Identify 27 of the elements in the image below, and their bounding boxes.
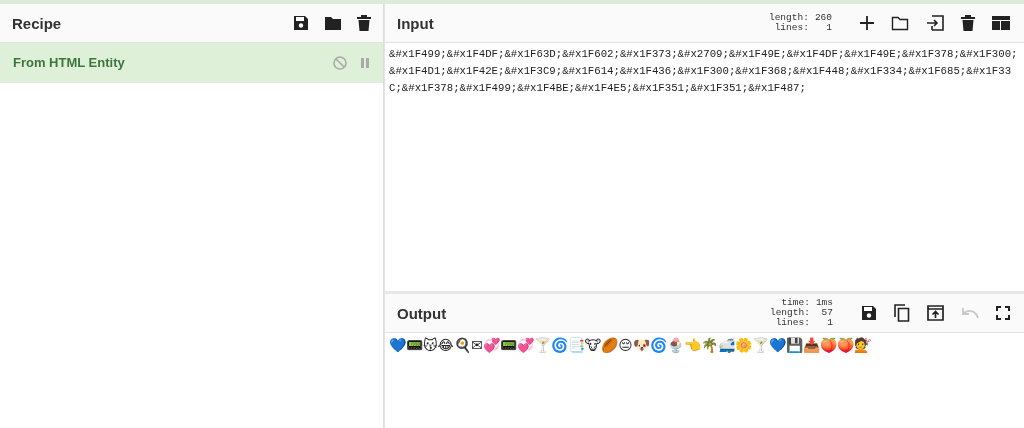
input-icon[interactable]	[926, 15, 944, 31]
stat-value: 1ms	[815, 298, 833, 308]
stat-label: lines:	[773, 23, 809, 33]
plus-icon[interactable]	[860, 16, 874, 30]
stat-label: time:	[780, 298, 810, 308]
fullscreen-icon[interactable]	[996, 306, 1010, 320]
output-title: Output	[397, 304, 447, 322]
stat-value: 260	[814, 13, 832, 23]
save-icon[interactable]	[293, 15, 309, 31]
folder-icon[interactable]	[891, 15, 909, 31]
trash-icon[interactable]	[357, 15, 371, 31]
stat-value: 1	[826, 318, 833, 328]
recipe-title: Recipe	[12, 14, 62, 32]
stat-value: 57	[820, 308, 833, 318]
layout-icon[interactable]	[992, 16, 1010, 30]
input-text[interactable]: &#x1F499;&#x1F4DF;&#x1F63D;&#x1F602;&#x1F373;&#x2709;&#x1F49E;&#x1F4DF;&#x1F49E;&#x1F378;&#x1F300;&#x1F4D1;&#x1F42E;&#x1F3C9;&#x1F614;&#x1F436;&#x1F300;&#x1F368;&#x1F448;&#x1F334;&#x1F685;&#x1F33C;&#x1F378;&#x1F499;&#x1F4BE;&#x1F4E5;&#x1F351;&#x1F351;&#x1F487;	[385, 43, 1024, 291]
copy-icon[interactable]	[894, 304, 910, 322]
folder-icon[interactable]	[324, 15, 342, 31]
stat-label: length:	[769, 308, 810, 318]
trash-icon[interactable]	[961, 15, 975, 31]
upload-box-icon[interactable]	[927, 305, 944, 321]
input-title: Input	[397, 14, 434, 32]
save-icon[interactable]	[861, 305, 877, 321]
output-text: 💙📟😽😂🍳✉💞📟💞🍸🌀📑🐮🏉😔🐶🌀🍨👈🌴🚅🌼🍸💙💾📥🍑🍑💇	[388, 336, 872, 355]
stat-label: lines:	[774, 318, 810, 328]
stat-value: 1	[825, 23, 832, 33]
stat-label: length:	[768, 13, 809, 23]
